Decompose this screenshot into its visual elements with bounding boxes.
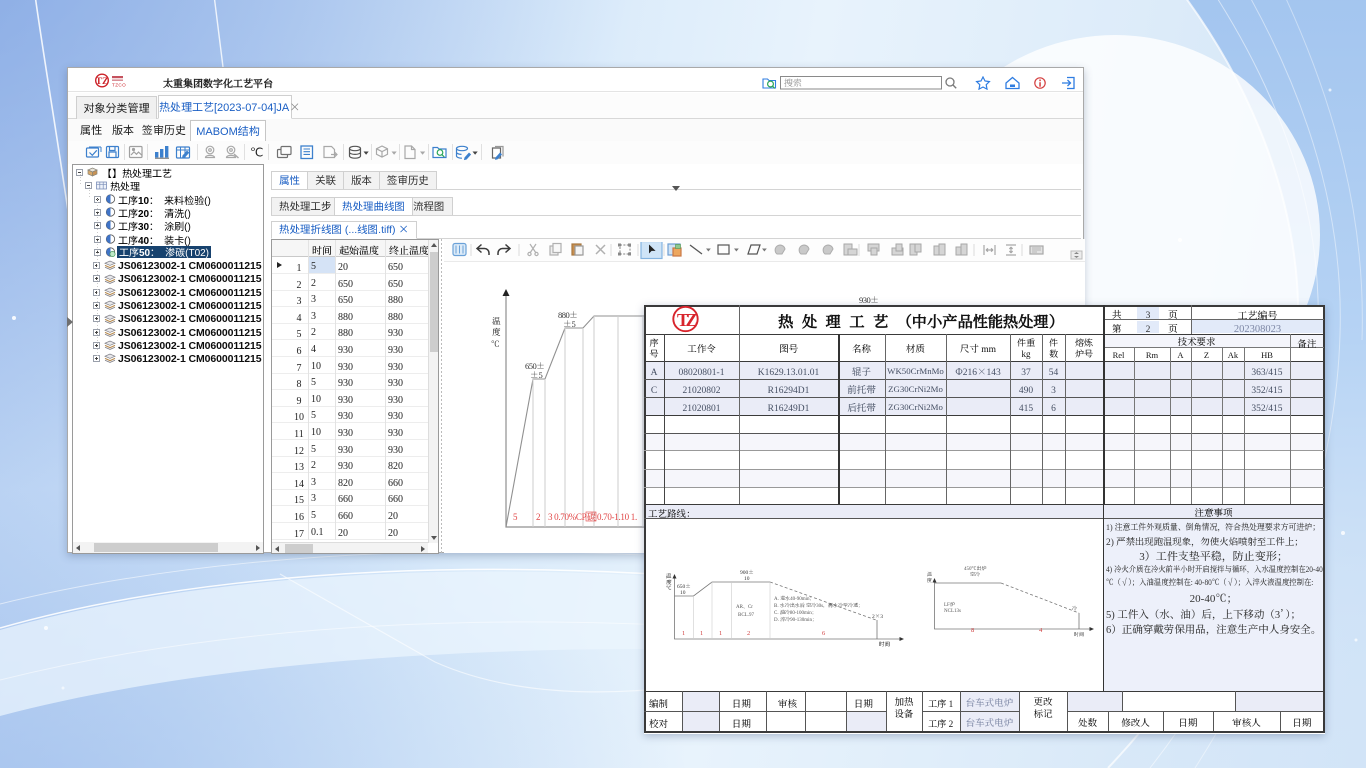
svg-text:10: 10: [744, 574, 750, 582]
svg-text:2: 2: [747, 628, 750, 637]
svg-text:时间: 时间: [1074, 631, 1084, 638]
svg-text:10: 10: [680, 588, 686, 596]
svg-text:℃: ℃: [491, 338, 500, 350]
svg-text:度: 度: [492, 326, 501, 338]
svg-text:℃: ℃: [666, 584, 672, 592]
svg-text:3 0.70%CP: 3 0.70%CP: [548, 510, 587, 523]
svg-text:1: 1: [719, 628, 722, 637]
svg-text:0.70-1.10 1.: 0.70-1.10 1.: [597, 510, 637, 523]
svg-text:搜索: 搜索: [784, 76, 802, 89]
svg-text:℃: ℃: [250, 146, 263, 160]
svg-text:A. 进水40-90min；: A. 进水40-90min；: [774, 595, 815, 602]
svg-text:B. 水冷出水后 空冷30s，再水冷至冷透；: B. 水冷出水后 空冷30s，再水冷至冷透；: [774, 602, 863, 609]
svg-text:D. 淬冷90-130min；: D. 淬冷90-130min；: [774, 616, 817, 623]
svg-text:度: 度: [926, 577, 932, 584]
svg-text:1: 1: [682, 628, 685, 637]
svg-text:±5: ±5: [530, 369, 543, 381]
svg-text:4: 4: [1039, 625, 1043, 634]
svg-text:2×3: 2×3: [872, 612, 883, 620]
svg-text:TZCO: TZCO: [112, 82, 126, 87]
svg-text:NCL13s: NCL13s: [944, 607, 961, 614]
svg-text:空冷: 空冷: [969, 571, 980, 578]
svg-text:5: 5: [513, 510, 518, 523]
svg-text:1: 1: [700, 628, 703, 637]
svg-text:冷: 冷: [1072, 605, 1077, 612]
svg-text:8: 8: [971, 625, 974, 634]
svg-text:6: 6: [822, 628, 826, 637]
svg-text:2: 2: [536, 510, 541, 523]
svg-text:TZ: TZ: [96, 77, 109, 87]
svg-text:AR、Cr: AR、Cr: [736, 603, 753, 610]
svg-text:C. 油冷80-100min；: C. 油冷80-100min；: [774, 609, 817, 616]
svg-text:BCL.97: BCL.97: [738, 611, 754, 618]
svg-text:±5: ±5: [563, 318, 576, 330]
svg-text:时间: 时间: [879, 640, 891, 648]
